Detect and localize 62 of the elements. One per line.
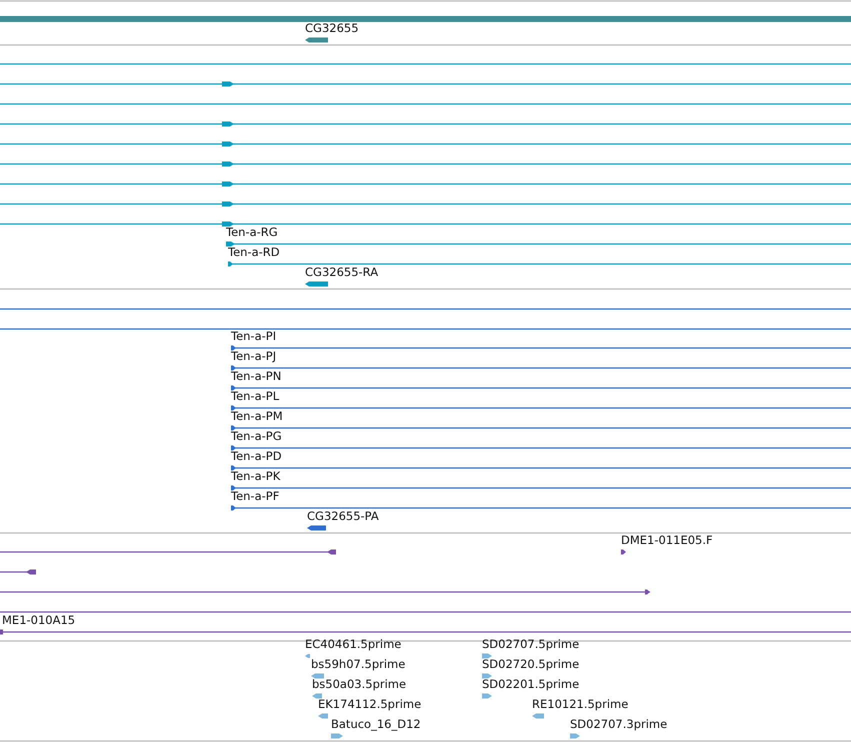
transcript-feature[interactable]: [0, 222, 851, 226]
est-feature[interactable]: [482, 674, 492, 678]
transcript-feature[interactable]: [0, 142, 851, 146]
protein-feature[interactable]: [231, 506, 851, 510]
feature-label: Ten-a-RG: [226, 225, 278, 239]
feature-label: Ten-a-RD: [228, 245, 280, 259]
feature-label: Ten-a-PG: [231, 429, 282, 443]
est-feature[interactable]: [482, 694, 492, 698]
feature-label: bs59h07.5prime: [311, 657, 406, 671]
feature-label: SD02720.5prime: [482, 657, 580, 671]
feature-label: DME1-011E05.F: [621, 533, 713, 547]
protein-feature[interactable]: [231, 426, 851, 430]
feature-label: Ten-a-PF: [231, 489, 280, 503]
protein-feature[interactable]: [231, 406, 851, 410]
est-feature[interactable]: [305, 654, 310, 658]
feature-label: CG32655-RA: [305, 265, 378, 279]
est-feature[interactable]: [312, 694, 322, 698]
protein-feature[interactable]: [231, 386, 851, 390]
feature-label: CG32655: [305, 21, 359, 35]
feature-label: SD02707.5prime: [482, 637, 580, 651]
transcript-feature[interactable]: [0, 182, 851, 186]
clone-feature[interactable]: [0, 550, 336, 554]
transcript-feature[interactable]: [0, 122, 851, 126]
est-feature[interactable]: [318, 714, 328, 718]
feature-label: EC40461.5prime: [305, 637, 402, 651]
est-feature[interactable]: [570, 734, 580, 738]
feature-label: RE10121.5prime: [532, 697, 628, 711]
feature-label: Ten-a-PJ: [231, 349, 276, 363]
est-feature[interactable]: [311, 674, 324, 678]
gene-feature[interactable]: [305, 38, 328, 42]
protein-feature[interactable]: [231, 466, 851, 470]
feature-label: Ten-a-PL: [231, 389, 280, 403]
protein-feature[interactable]: [231, 346, 851, 350]
clone-feature[interactable]: [0, 570, 36, 574]
feature-label: EK174112.5prime: [318, 697, 422, 711]
feature-label: CG32655-PA: [307, 509, 379, 523]
feature-label: Ten-a-PK: [231, 469, 280, 483]
clone-feature[interactable]: [0, 590, 650, 594]
clone-feature[interactable]: [0, 630, 851, 634]
feature-label: bs50a03.5prime: [312, 677, 406, 691]
feature-label: SD02707.3prime: [570, 717, 668, 731]
est-feature[interactable]: [482, 654, 492, 658]
feature-label: Ten-a-PM: [231, 409, 283, 423]
est-feature[interactable]: [331, 734, 343, 738]
transcript-feature[interactable]: [0, 202, 851, 206]
protein-feature[interactable]: [231, 366, 851, 370]
feature-label: SD02201.5prime: [482, 677, 580, 691]
protein-feature[interactable]: [231, 446, 851, 450]
clone-feature[interactable]: [621, 550, 626, 554]
transcript-feature[interactable]: [228, 262, 851, 266]
transcript-feature[interactable]: [226, 242, 851, 246]
feature-label: ME1-010A15: [2, 613, 76, 627]
feature-label: Ten-a-PD: [231, 449, 282, 463]
transcript-feature[interactable]: [0, 162, 851, 166]
transcript-feature[interactable]: [0, 82, 851, 86]
est-feature[interactable]: [532, 714, 544, 718]
feature-label: Batuco_16_D12: [331, 717, 421, 731]
transcript-feature[interactable]: [305, 282, 328, 286]
protein-feature[interactable]: [231, 486, 851, 490]
protein-feature[interactable]: [307, 526, 326, 530]
feature-label: Ten-a-PN: [231, 369, 282, 383]
feature-label: Ten-a-PI: [231, 329, 276, 343]
